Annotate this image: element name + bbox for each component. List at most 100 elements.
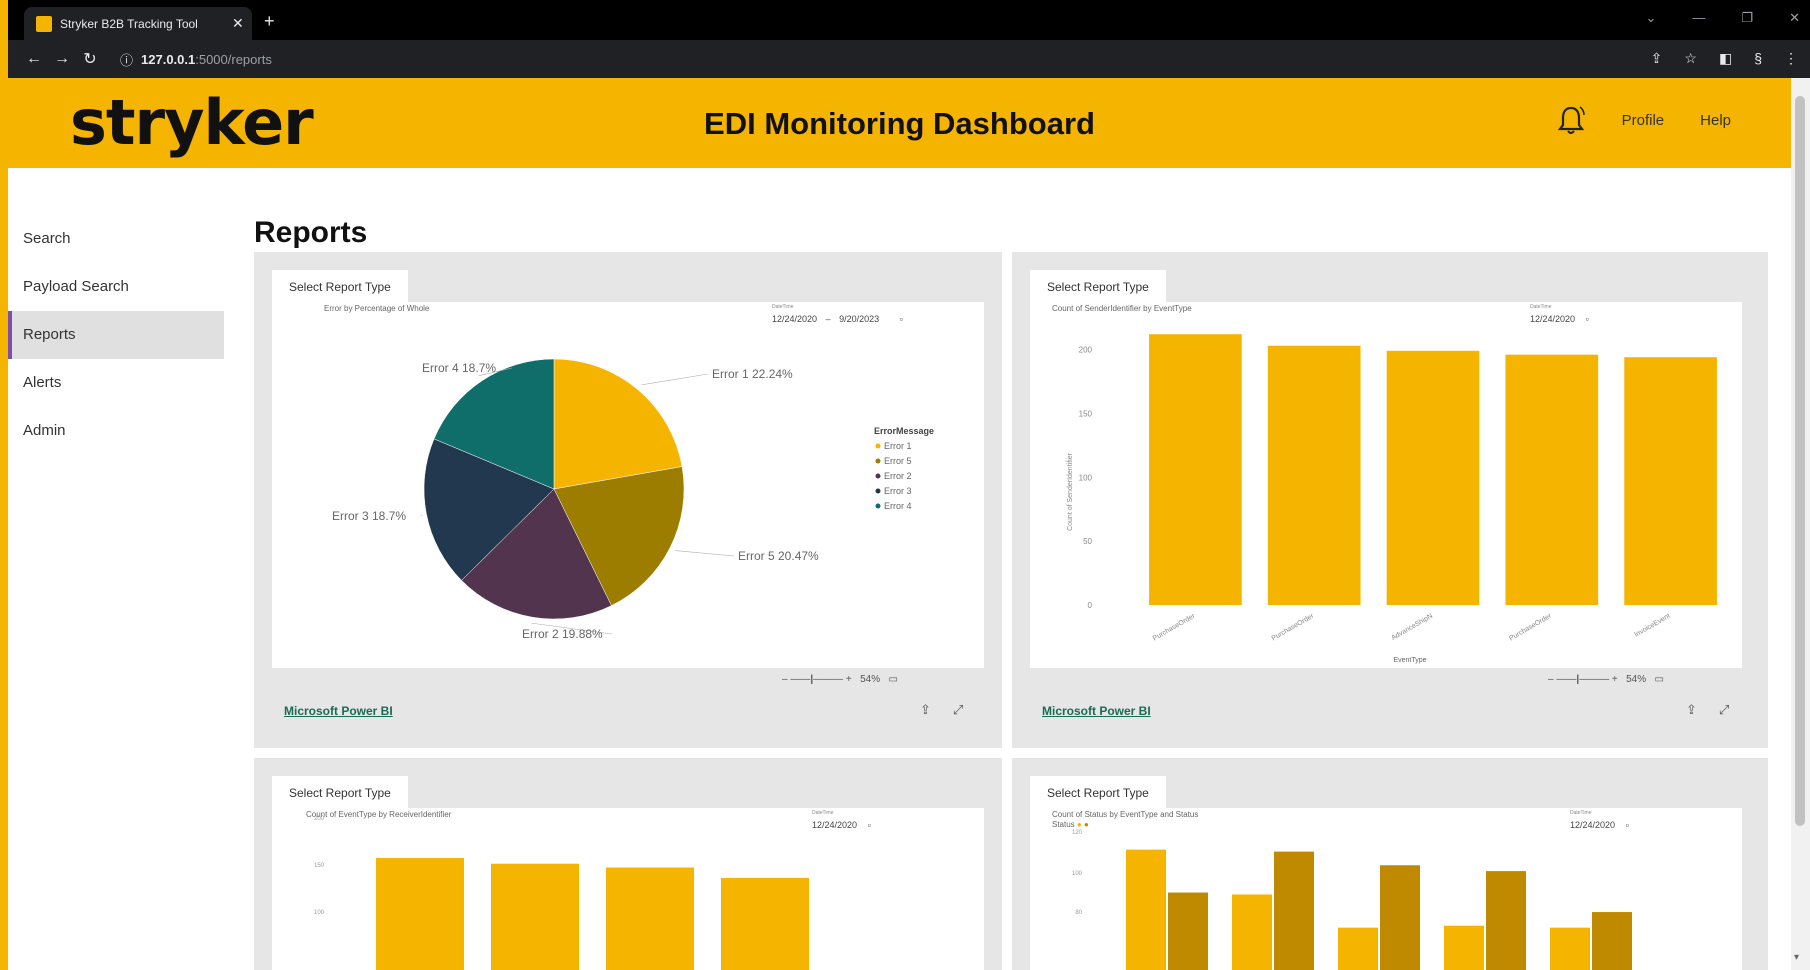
report-canvas: Error by Percentage of Whole DateTime 12… — [272, 302, 984, 668]
scrollbar-thumb[interactable] — [1795, 96, 1805, 826]
bar — [1149, 334, 1242, 605]
legend-item: Error 3 — [884, 486, 912, 496]
sidebar-item-reports[interactable]: Reports — [8, 311, 224, 359]
share-icon[interactable]: ⇪ — [920, 702, 931, 718]
pie-data-label: Error 2 19.88% — [522, 627, 603, 641]
url-path: :5000/reports — [195, 51, 272, 67]
fullscreen-icon[interactable]: ⤢ — [1719, 702, 1729, 718]
bar — [1380, 865, 1420, 970]
y-tick-label: 100 — [314, 910, 325, 916]
bookmark-star-icon[interactable]: ☆ — [1684, 50, 1697, 67]
bar-chart: 100 150 200 — [314, 816, 809, 970]
sidebar-item-admin[interactable]: Admin — [8, 407, 224, 455]
legend-title: ErrorMessage — [874, 426, 934, 436]
zoom-slider[interactable]: – ——|——— + 54% ▭ — [782, 674, 898, 685]
tab-close-icon[interactable]: ✕ — [232, 15, 252, 32]
reload-icon[interactable]: ↻ — [76, 49, 104, 69]
pie-leader-line — [675, 550, 735, 557]
bar — [1444, 925, 1484, 970]
browser-tab[interactable]: Stryker B2B Tracking Tool ✕ — [24, 7, 252, 40]
fit-page-icon[interactable]: ▭ — [888, 674, 897, 685]
chevron-down-icon[interactable]: ⌄ — [1646, 10, 1657, 26]
legend-marker — [875, 473, 881, 479]
zoom-level: 54% — [1626, 674, 1647, 685]
legend-marker — [875, 458, 881, 464]
app-header: stryker EDI Monitoring Dashboard Profile… — [8, 78, 1791, 168]
page-title: Reports — [254, 216, 368, 249]
y-tick-label: 150 — [1079, 409, 1093, 418]
browser-titlebar: Stryker B2B Tracking Tool ✕ + ⌄ — ❐ ✕ — [8, 0, 1810, 40]
report-card-receiver-bar: Select Report Type Count of EventType by… — [254, 758, 1002, 970]
y-tick-label: 200 — [314, 816, 325, 822]
pie-leader-line — [420, 514, 423, 517]
x-tick-label: PurchaseOrder — [1508, 612, 1553, 642]
new-tab-icon[interactable]: + — [264, 11, 275, 32]
y-tick-label: 150 — [314, 863, 325, 869]
bar — [1168, 892, 1208, 970]
share-icon[interactable]: ⇪ — [1651, 50, 1663, 67]
sidebar-panel-icon[interactable]: ◧ — [1719, 50, 1732, 67]
info-icon[interactable]: ⓘ — [120, 50, 133, 69]
forward-icon[interactable]: → — [48, 50, 76, 68]
help-link[interactable]: Help — [1700, 112, 1731, 129]
power-bi-link[interactable]: Microsoft Power BI — [284, 704, 393, 718]
bar — [1232, 894, 1272, 970]
pie-leader-line — [641, 373, 709, 386]
x-tick-label: PurchaseOrder — [1152, 612, 1197, 642]
extension-icon[interactable]: § — [1754, 50, 1762, 67]
clustered-bar-chart: 80 100 120 — [1072, 830, 1632, 970]
bar — [491, 863, 579, 970]
y-axis-title: Count of SenderIdentifier — [1067, 452, 1074, 530]
select-report-type-tab[interactable]: Select Report Type — [1030, 776, 1166, 808]
x-tick-label: AdvanceShipN — [1390, 613, 1434, 642]
pie-data-label: Error 4 18.7% — [422, 361, 496, 375]
bar — [1126, 849, 1166, 970]
share-icon[interactable]: ⇪ — [1686, 702, 1697, 718]
report-canvas: Count of SenderIdentifier by EventType D… — [1030, 302, 1742, 668]
address-bar[interactable]: ⓘ 127.0.0.1:5000/reports — [120, 50, 272, 69]
select-report-type-tab[interactable]: Select Report Type — [272, 776, 408, 808]
bar — [376, 858, 464, 970]
bar-chart: 0 50 100 150 200 Count of SenderIdentifier Pur… — [1067, 334, 1717, 664]
bar — [1486, 871, 1526, 970]
legend-item: Error 4 — [884, 501, 912, 511]
profile-link[interactable]: Profile — [1622, 112, 1665, 129]
x-tick-label: PurchaseOrder — [1271, 612, 1316, 642]
x-tick-label: InvoiceEvent — [1633, 613, 1671, 639]
y-tick-label: 50 — [1083, 537, 1092, 546]
bar — [606, 867, 694, 970]
zoom-level: 54% — [860, 674, 881, 685]
legend-item: Error 1 — [884, 441, 912, 451]
page-scrollbar[interactable] — [1791, 78, 1810, 970]
y-tick-label: 200 — [1079, 346, 1093, 355]
zoom-slider[interactable]: – ——|——— + 54% ▭ — [1548, 674, 1664, 685]
bar — [1274, 851, 1314, 970]
x-axis-title: EventType — [1393, 657, 1426, 664]
sidebar: Search Payload Search Reports Alerts Adm… — [8, 215, 224, 455]
fit-page-icon[interactable]: ▭ — [1654, 674, 1663, 685]
bar — [721, 877, 809, 970]
report-card-status-bar: Select Report Type Count of Status by Ev… — [1012, 758, 1768, 970]
power-bi-link[interactable]: Microsoft Power BI — [1042, 704, 1151, 718]
pie-chart: Error 1 22.24% Error 5 20.47% Error 2 19.8… — [332, 358, 934, 641]
pie-slice — [553, 358, 683, 490]
minimize-icon[interactable]: — — [1692, 10, 1705, 26]
sidebar-item-search[interactable]: Search — [8, 215, 224, 263]
y-tick-label: 80 — [1075, 910, 1082, 916]
restore-icon[interactable]: ❐ — [1741, 10, 1753, 26]
menu-icon[interactable]: ⋮ — [1784, 50, 1798, 67]
bar — [1550, 927, 1590, 970]
select-report-type-tab[interactable]: Select Report Type — [1030, 270, 1166, 302]
sidebar-item-payload-search[interactable]: Payload Search — [8, 263, 224, 311]
close-icon[interactable]: ✕ — [1789, 10, 1800, 26]
legend-marker — [875, 503, 881, 509]
fullscreen-icon[interactable]: ⤢ — [953, 702, 963, 718]
sidebar-item-alerts[interactable]: Alerts — [8, 359, 224, 407]
back-icon[interactable]: ← — [20, 50, 48, 68]
report-canvas: Count of EventType by ReceiverIdentifier… — [272, 808, 984, 970]
bell-icon[interactable] — [1556, 104, 1586, 136]
scroll-down-icon[interactable]: ▾ — [1794, 952, 1799, 963]
pie-data-label: Error 1 22.24% — [712, 367, 793, 381]
app-title: EDI Monitoring Dashboard — [704, 106, 1095, 141]
select-report-type-tab[interactable]: Select Report Type — [272, 270, 408, 302]
